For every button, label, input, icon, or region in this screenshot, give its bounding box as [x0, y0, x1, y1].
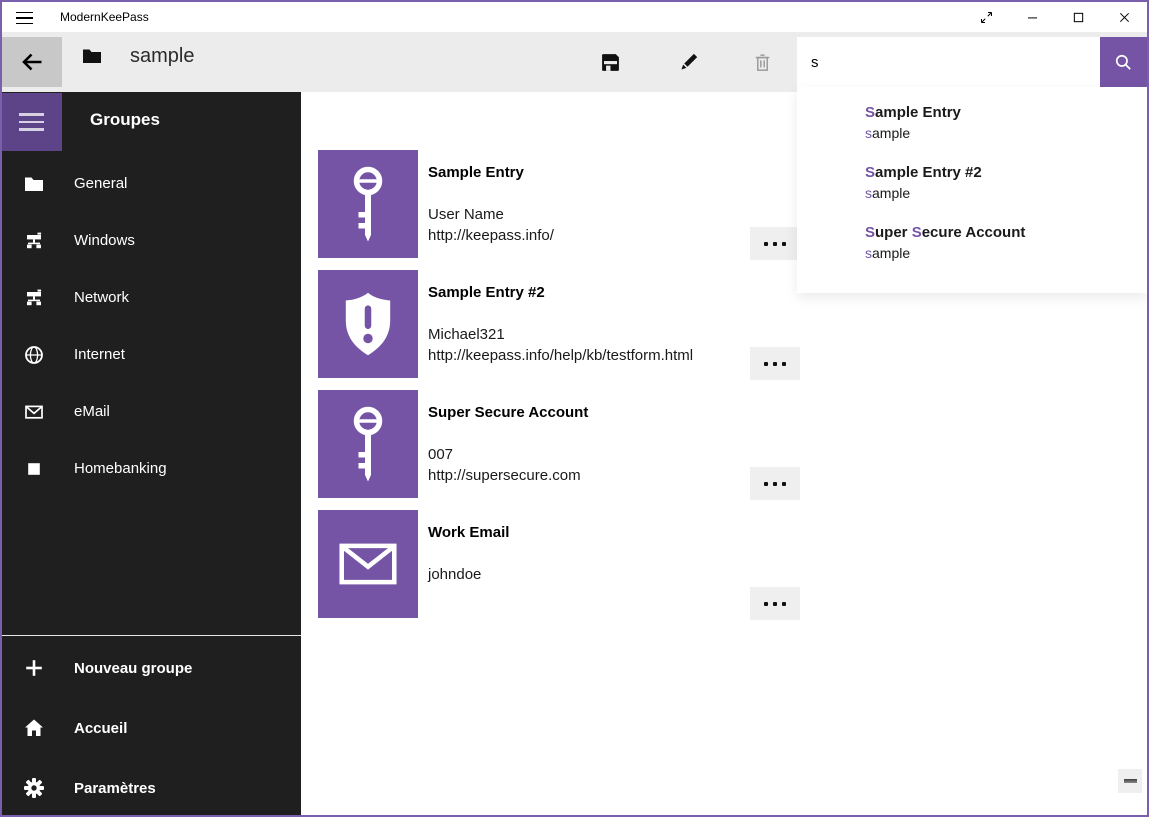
entry-username: User Name	[428, 206, 504, 223]
sidebar-item-internet[interactable]: Internet	[2, 326, 301, 383]
suggestion-subtitle: sample	[865, 183, 1137, 203]
search-suggestions: Sample Entry sample Sample Entry #2 samp…	[797, 87, 1147, 293]
titlebar: ModernKeePass	[2, 2, 1147, 32]
entry-username: johndoe	[428, 566, 481, 583]
entry-row[interactable]: Work Email johndoe	[318, 510, 802, 620]
zoom-out-button[interactable]	[1118, 769, 1142, 793]
search-button[interactable]	[1100, 37, 1147, 87]
sidebar-item-homebanking[interactable]: Homebanking	[2, 440, 301, 497]
back-arrow-icon	[17, 50, 47, 74]
database-title: sample	[130, 45, 194, 68]
square-icon	[24, 459, 44, 479]
home-button[interactable]: Accueil	[2, 698, 301, 758]
envelope-icon	[339, 543, 397, 585]
entry-username: 007	[428, 446, 453, 463]
entry-tile	[318, 390, 418, 498]
search-suggestion[interactable]: Sample Entry #2 sample	[797, 159, 1147, 219]
entry-tile	[318, 510, 418, 618]
close-icon	[1117, 10, 1132, 25]
back-button[interactable]	[2, 37, 62, 87]
more-options-button[interactable]	[750, 227, 800, 260]
gear-icon	[24, 778, 44, 798]
group-label: eMail	[74, 403, 110, 420]
suggestion-subtitle: sample	[865, 243, 1137, 263]
sidebar-item-network[interactable]: Network	[2, 269, 301, 326]
trash-icon	[752, 52, 773, 73]
globe-icon	[24, 345, 44, 365]
app-window: ModernKeePass	[0, 0, 1149, 817]
magnifier-icon	[1114, 53, 1133, 72]
network-pc-icon	[24, 231, 44, 251]
entry-title: Sample Entry	[428, 164, 524, 181]
minus-icon	[1124, 779, 1137, 783]
group-label: Network	[74, 289, 129, 306]
minimize-icon	[1025, 10, 1040, 25]
network-pc-icon	[24, 288, 44, 308]
titlebar-hamburger-icon[interactable]	[14, 7, 48, 29]
search-suggestion[interactable]: Sample Entry sample	[797, 99, 1147, 159]
group-label: Internet	[74, 346, 125, 363]
plus-icon	[24, 658, 44, 678]
search-input[interactable]	[797, 37, 1100, 87]
entry-tile	[318, 270, 418, 378]
close-button[interactable]	[1101, 2, 1147, 32]
save-icon	[600, 52, 621, 73]
entry-title: Work Email	[428, 524, 509, 541]
sidebar-item-general[interactable]: General	[2, 155, 301, 212]
pencil-icon	[678, 52, 699, 73]
more-options-button[interactable]	[750, 467, 800, 500]
entry-title: Super Secure Account	[428, 404, 588, 421]
app-title: ModernKeePass	[60, 10, 149, 24]
sidebar-divider	[2, 635, 301, 636]
key-icon	[348, 406, 388, 482]
more-options-button[interactable]	[750, 347, 800, 380]
group-label: Windows	[74, 232, 135, 249]
suggestion-title: Sample Entry #2	[865, 163, 1137, 183]
more-options-button[interactable]	[750, 587, 800, 620]
groups-header: Groupes	[90, 110, 160, 130]
search-suggestion[interactable]: Super Secure Account sample	[797, 219, 1147, 279]
edit-button[interactable]	[668, 42, 708, 82]
maximize-icon	[1071, 10, 1086, 25]
window-controls	[963, 2, 1147, 32]
entry-username: Michael321	[428, 326, 505, 343]
sidebar-item-email[interactable]: eMail	[2, 383, 301, 440]
delete-button[interactable]	[742, 42, 782, 82]
suggestion-title: Super Secure Account	[865, 223, 1137, 243]
settings-button[interactable]: Paramètres	[2, 758, 301, 817]
key-icon	[348, 166, 388, 242]
suggestion-subtitle: sample	[865, 123, 1137, 143]
entry-tile	[318, 150, 418, 258]
group-label: General	[74, 175, 127, 192]
folder-icon	[24, 174, 44, 194]
group-label: Homebanking	[74, 460, 167, 477]
footer-label: Nouveau groupe	[74, 660, 192, 677]
entry-row[interactable]: Super Secure Account 007 http://supersec…	[318, 390, 802, 500]
fullscreen-button[interactable]	[963, 2, 1009, 32]
entry-url: http://keepass.info/	[428, 227, 554, 244]
sidebar-footer: Nouveau groupe Accueil	[2, 638, 301, 817]
entry-row[interactable]: Sample Entry #2 Michael321 http://keepas…	[318, 270, 802, 380]
entry-row[interactable]: Sample Entry User Name http://keepass.in…	[318, 150, 802, 260]
maximize-button[interactable]	[1055, 2, 1101, 32]
command-bar: sample	[2, 32, 1147, 92]
minimize-button[interactable]	[1009, 2, 1055, 32]
entry-title: Sample Entry #2	[428, 284, 545, 301]
shield-exclamation-icon	[339, 291, 397, 357]
home-icon	[24, 718, 44, 738]
new-group-button[interactable]: Nouveau groupe	[2, 638, 301, 698]
sidebar: Groupes General	[2, 92, 301, 815]
entry-url: http://keepass.info/help/kb/testform.htm…	[428, 347, 693, 364]
fullscreen-icon	[979, 10, 994, 25]
save-button[interactable]	[590, 42, 630, 82]
sidebar-hamburger-button[interactable]	[2, 93, 62, 151]
suggestion-title: Sample Entry	[865, 103, 1137, 123]
footer-label: Paramètres	[74, 780, 156, 797]
footer-label: Accueil	[74, 720, 127, 737]
envelope-icon	[24, 402, 44, 422]
group-list: General Windows	[2, 155, 301, 497]
sidebar-item-windows[interactable]: Windows	[2, 212, 301, 269]
database-folder-icon	[82, 48, 102, 64]
entry-url: http://supersecure.com	[428, 467, 581, 484]
